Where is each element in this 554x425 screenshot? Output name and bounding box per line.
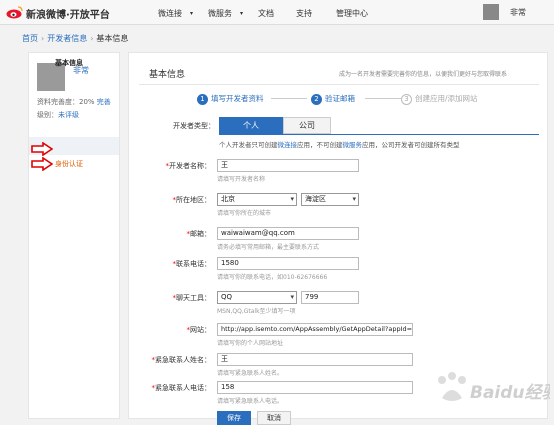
level-label: 级别： (37, 111, 58, 119)
connect-link[interactable]: 微连接 (278, 141, 298, 149)
step-1: 1 填写开发者资料 (197, 93, 264, 105)
nav-support[interactable]: 支持 (296, 8, 312, 19)
nav-services[interactable]: 微服务 (208, 8, 232, 19)
district-select[interactable]: 海淀区 (301, 193, 359, 206)
step-3: 3 创建应用/添加网站 (401, 93, 478, 105)
red-arrow-icon (31, 142, 53, 156)
chat-tool-hint: MSN,QQ,Gtalk至少填写一项 (217, 308, 296, 315)
avatar[interactable] (483, 4, 499, 20)
top-navigation-bar: 新浪微博·开放平台 微连接 ▾ 微服务 ▾ 文档 支持 管理中心 非常 (0, 0, 554, 25)
sidebar: 非常 资料完善度：20% 完善 级别：未评级 基本信息 身份认证 (28, 52, 120, 419)
red-arrow-icon (31, 157, 53, 171)
website-label: *网站： (129, 325, 212, 335)
page-title: 基本信息 (149, 70, 186, 80)
page-description: 成为一名开发者需要完善你的信息，以便我们更好与您取得联系 (339, 71, 508, 78)
field-label: 开发者名称： (169, 162, 211, 170)
emergency-phone-input[interactable]: 158 (217, 381, 413, 394)
cancel-button[interactable]: 取消 (257, 411, 291, 425)
chevron-down-icon: ▾ (190, 10, 194, 17)
emergency-phone-label: *紧急联系人电话： (129, 383, 212, 393)
nav-management-center[interactable]: 管理中心 (336, 8, 368, 19)
phone-label: *联系电话： (129, 259, 212, 269)
website-input[interactable]: http://app.isemto.com/AppAssembly/GetApp… (217, 323, 413, 336)
emergency-phone-hint: 请填写紧急联系人电话。 (217, 398, 284, 405)
step-2: 2 验证邮箱 (311, 93, 355, 105)
complete-profile-link[interactable]: 完善 (97, 98, 111, 106)
field-label: 紧急联系人电话： (155, 384, 211, 392)
note-text: 应用，公司开发者可创建所有类型 (362, 141, 460, 149)
nav-connect[interactable]: 微连接 (158, 8, 182, 19)
step-label: 验证邮箱 (325, 94, 355, 103)
step-number: 3 (401, 94, 412, 105)
field-label: 邮箱： (190, 230, 211, 238)
email-label: *邮箱： (129, 229, 212, 239)
step-label: 填写开发者资料 (211, 94, 264, 103)
step-label: 创建应用/添加网站 (415, 94, 478, 103)
chat-tool-label: *聊天工具： (129, 293, 212, 303)
breadcrumb-developer-info[interactable]: 开发者信息 (47, 34, 87, 43)
sidebar-item-identity-verification[interactable]: 身份认证 (55, 159, 83, 169)
note-text: 应用，不可创建 (297, 141, 343, 149)
tab-underline (219, 134, 539, 135)
step-number: 2 (311, 94, 322, 105)
sidebar-item-label[interactable]: 基本信息 (55, 58, 83, 68)
profile-completeness: 资料完善度：20% 完善 (37, 97, 111, 107)
phone-hint: 请填写你的联系电话，如010-62676666 (217, 274, 328, 281)
top-username[interactable]: 非常 (510, 7, 526, 18)
email-hint: 请务必填写常用邮箱，最主要联系方式 (217, 244, 320, 251)
region-hint: 请填写你所在的城市 (217, 210, 272, 217)
developer-name-label: *开发者名称： (129, 161, 212, 171)
emergency-name-label: *紧急联系人姓名： (129, 355, 212, 365)
svg-text:Baidu经验: Baidu经验 (470, 383, 550, 403)
tab-company[interactable]: 公司 (283, 117, 331, 134)
weibo-logo-icon[interactable] (6, 5, 24, 19)
developer-type-label: 开发者类型： (173, 122, 215, 130)
breadcrumb-current: 基本信息 (96, 34, 129, 43)
main-content: 基本信息 成为一名开发者需要完善你的信息，以便我们更好与您取得联系 1 填写开发者… (128, 52, 548, 425)
province-select[interactable]: 北京 (217, 193, 297, 206)
developer-type-note: 个人开发者只可创建微连接应用，不可创建微服务应用，公司开发者可创建所有类型 (219, 139, 460, 149)
field-label: 紧急联系人姓名： (155, 356, 211, 364)
developer-name-hint: 请填写开发者名称 (217, 176, 266, 183)
field-label: 网站： (190, 326, 211, 334)
developer-name-input[interactable]: 王 (217, 159, 359, 172)
baidu-watermark-icon: Baidu经验 (438, 372, 550, 403)
chevron-down-icon: ▾ (240, 10, 244, 17)
field-label: 聊天工具： (176, 294, 211, 302)
divider (139, 84, 539, 85)
emergency-name-hint: 请填写紧急联系人姓名。 (217, 370, 284, 377)
email-field[interactable]: waiwaiwam@qq.com (217, 227, 359, 240)
breadcrumb-home[interactable]: 首页 (22, 34, 38, 43)
step-connector (271, 98, 307, 99)
breadcrumb: 首页 › 开发者信息 › 基本信息 (22, 34, 129, 43)
step-connector (365, 98, 401, 99)
field-label: 联系电话： (176, 260, 211, 268)
emergency-name-input[interactable]: 王 (217, 353, 413, 366)
region-label: *所在地区： (129, 195, 212, 205)
tab-personal[interactable]: 个人 (219, 117, 283, 134)
platform-title[interactable]: 新浪微博·开放平台 (26, 6, 110, 21)
step-number: 1 (197, 94, 208, 105)
nav-docs[interactable]: 文档 (258, 8, 274, 19)
services-link[interactable]: 微服务 (343, 141, 363, 149)
chat-tool-select[interactable]: QQ (217, 291, 297, 304)
field-label: 所在地区： (176, 196, 211, 204)
website-hint: 请填写你的个人网站地址 (217, 340, 284, 347)
completeness-text: 资料完善度：20% (37, 98, 95, 106)
developer-level: 级别：未评级 (37, 110, 79, 120)
save-button[interactable]: 保存 (217, 411, 251, 425)
level-value[interactable]: 未评级 (58, 111, 79, 119)
note-text: 个人开发者只可创建 (219, 141, 278, 149)
chat-account-input[interactable]: 799 (301, 291, 359, 304)
phone-input[interactable]: 1580 (217, 257, 359, 270)
